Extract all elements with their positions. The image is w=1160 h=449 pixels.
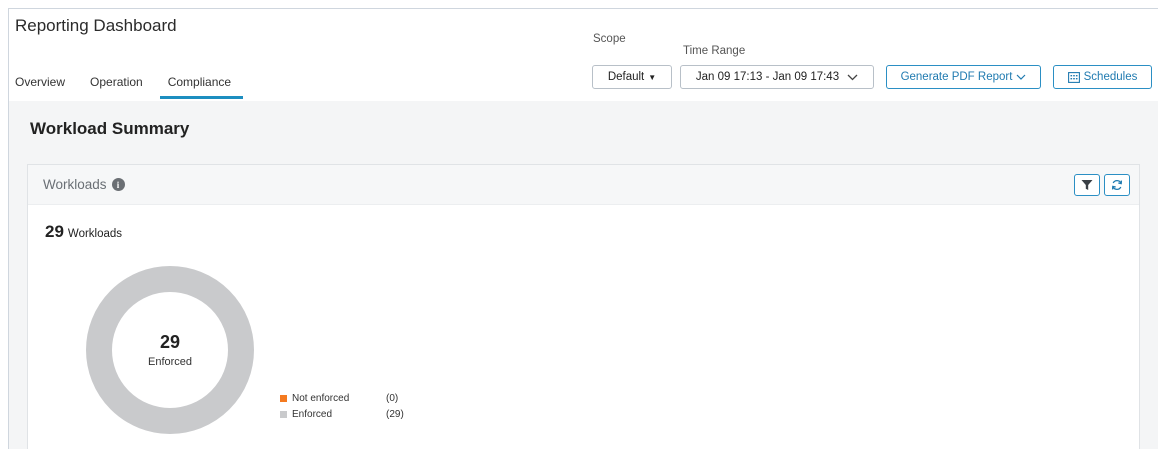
generate-pdf-report-button[interactable]: Generate PDF Report (886, 65, 1041, 89)
chevron-down-icon (847, 74, 858, 80)
filter-button[interactable] (1074, 174, 1100, 196)
legend-count-not-enforced: (0) (386, 392, 399, 404)
workload-count-number: 29 (45, 222, 64, 241)
donut-center-label: Enforced (147, 356, 193, 368)
tab-bar: Overview Operation Compliance (15, 75, 256, 99)
chart-legend: Not enforced (0) Enforced (29) (280, 390, 404, 422)
tab-compliance[interactable]: Compliance (159, 75, 244, 99)
legend-item-enforced[interactable]: Enforced (29) (280, 406, 404, 422)
header: Reporting Dashboard Overview Operation C… (9, 9, 1158, 101)
caret-down-icon: ▼ (648, 72, 657, 82)
donut-center: 29 Enforced (85, 265, 255, 435)
generate-pdf-label: Generate PDF Report (900, 71, 1013, 83)
refresh-button[interactable] (1104, 174, 1130, 196)
time-range-value: Jan 09 17:13 - Jan 09 17:43 (695, 71, 840, 83)
scope-label: Scope (593, 33, 626, 45)
schedules-label: Schedules (1083, 71, 1138, 83)
content-area: Workload Summary Workloads i 29 Workload… (9, 101, 1158, 449)
legend-item-not-enforced[interactable]: Not enforced (0) (280, 390, 404, 406)
scope-dropdown[interactable]: Default ▼ (592, 65, 672, 89)
workload-count-unit: Workloads (67, 228, 123, 240)
card-title-text: Workloads (43, 177, 107, 192)
donut-center-value: 29 (159, 332, 181, 352)
enforcement-donut-chart: 29 Enforced (85, 265, 255, 435)
info-icon[interactable]: i (111, 178, 125, 191)
page-title: Reporting Dashboard (15, 16, 177, 35)
refresh-icon (1111, 179, 1123, 191)
legend-label-enforced: Enforced (292, 408, 333, 420)
workloads-card: Workloads i 29 Workloads 29 Enforced Not… (27, 164, 1140, 449)
scope-value: Default (607, 71, 645, 83)
calendar-icon (1067, 71, 1080, 83)
schedules-button[interactable]: Schedules (1053, 65, 1152, 89)
tab-operation[interactable]: Operation (90, 75, 143, 99)
legend-swatch-not-enforced (280, 394, 287, 402)
section-title: Workload Summary (30, 119, 190, 138)
card-title: Workloads i (43, 177, 125, 192)
workload-count: 29 Workloads (45, 222, 122, 242)
legend-count-enforced: (29) (386, 408, 404, 420)
time-range-dropdown[interactable]: Jan 09 17:13 - Jan 09 17:43 (680, 65, 874, 89)
time-range-label: Time Range (683, 45, 746, 57)
card-header: Workloads i (28, 165, 1139, 205)
tab-overview[interactable]: Overview (15, 75, 65, 99)
chevron-down-icon (1016, 74, 1026, 80)
legend-label-not-enforced: Not enforced (292, 392, 350, 404)
legend-swatch-enforced (280, 410, 287, 418)
filter-icon (1081, 180, 1093, 190)
dashboard-frame: Reporting Dashboard Overview Operation C… (8, 8, 1158, 449)
